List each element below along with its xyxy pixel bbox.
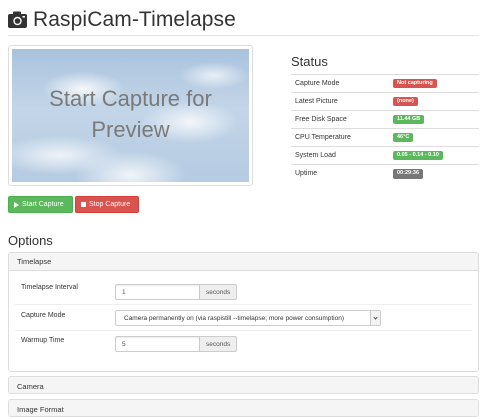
status-badge: 00:29:36 (393, 169, 424, 179)
stop-capture-label: Stop Capture (89, 201, 131, 208)
capture-mode-value: Camera permanently on (via raspistill --… (124, 314, 345, 322)
status-value-cell: (none) (393, 92, 479, 111)
status-row: Latest Picture (none) (291, 92, 479, 111)
timelapse-interval-group: 1 seconds (115, 284, 238, 300)
timelapse-interval-unit: seconds (200, 284, 238, 300)
timelapse-panel-heading[interactable]: Timelapse (9, 253, 478, 271)
status-value-cell: Not capturing (393, 74, 479, 93)
start-capture-label: Start Capture (22, 201, 64, 208)
status-value-cell: 11.44 GB (393, 110, 479, 129)
status-label: CPU Temperature (291, 128, 393, 147)
preview-thumbnail: Start Capture for Preview (8, 45, 253, 186)
status-table: Capture Mode Not capturing Latest Picture(… (291, 74, 479, 183)
app-title: RaspiCam-Timelapse (33, 8, 236, 31)
status-badge: 0.05 - 0.14 - 0.10 (393, 150, 443, 161)
timelapse-interval-input[interactable]: 1 (115, 284, 200, 300)
warmup-time-group: 5 seconds (115, 336, 238, 352)
camera-panel-heading[interactable]: Camera (9, 377, 478, 393)
status-row: CPU Temperature 46°C (291, 128, 479, 147)
capture-mode-label: Capture Mode (21, 312, 66, 319)
play-icon (14, 201, 19, 208)
status-heading: Status (291, 54, 328, 69)
stop-capture-button[interactable]: Stop Capture (75, 196, 139, 213)
capture-mode-row: Capture Mode Camera permanently on (via … (15, 304, 472, 329)
status-label: System Load (291, 146, 393, 165)
status-row: Free Disk Space 11.44 GB (291, 110, 479, 129)
camera-icon (8, 11, 27, 28)
status-badge: (none) (393, 96, 418, 107)
timelapse-interval-label: Timelapse Interval (21, 284, 78, 291)
status-badge: Not capturing (393, 78, 437, 89)
image-format-panel: Image Format (8, 399, 479, 417)
warmup-time-unit: seconds (200, 336, 238, 352)
warmup-time-row: Warmup Time 5 seconds (15, 330, 472, 356)
status-value-cell: 00:29:36 (393, 164, 479, 183)
status-label: Latest Picture (291, 92, 393, 111)
start-capture-button[interactable]: Start Capture (8, 196, 73, 213)
timelapse-panel: Timelapse Timelapse Interval 1 seconds C… (8, 252, 479, 372)
status-label: Capture Mode (291, 74, 393, 93)
stop-icon (81, 202, 86, 207)
status-badge: 11.44 GB (393, 114, 425, 125)
status-value-cell: 0.05 - 0.14 - 0.10 (393, 146, 479, 165)
preview-image: Start Capture for Preview (12, 49, 249, 182)
status-row: System Load 0.05 - 0.14 - 0.10 (291, 146, 479, 165)
image-format-panel-heading[interactable]: Image Format (9, 400, 478, 416)
app-header: RaspiCam-Timelapse (8, 4, 479, 36)
camera-panel: Camera (8, 376, 479, 394)
header-divider (8, 35, 479, 36)
warmup-time-input[interactable]: 5 (115, 336, 200, 352)
status-value-cell: 46°C (393, 128, 479, 147)
status-row: Capture Mode Not capturing (291, 74, 479, 93)
preview-placeholder-text: Start Capture for Preview (49, 86, 212, 142)
timelapse-interval-row: Timelapse Interval 1 seconds (15, 277, 472, 303)
options-heading: Options (8, 233, 53, 248)
chevron-down-icon[interactable] (370, 311, 380, 325)
status-label: Free Disk Space (291, 110, 393, 129)
status-label: Uptime (291, 164, 393, 183)
status-row: Uptime 00:29:36 (291, 164, 479, 183)
status-badge: 46°C (393, 132, 414, 143)
capture-mode-select[interactable]: Camera permanently on (via raspistill --… (115, 310, 381, 326)
warmup-time-label: Warmup Time (21, 337, 65, 344)
